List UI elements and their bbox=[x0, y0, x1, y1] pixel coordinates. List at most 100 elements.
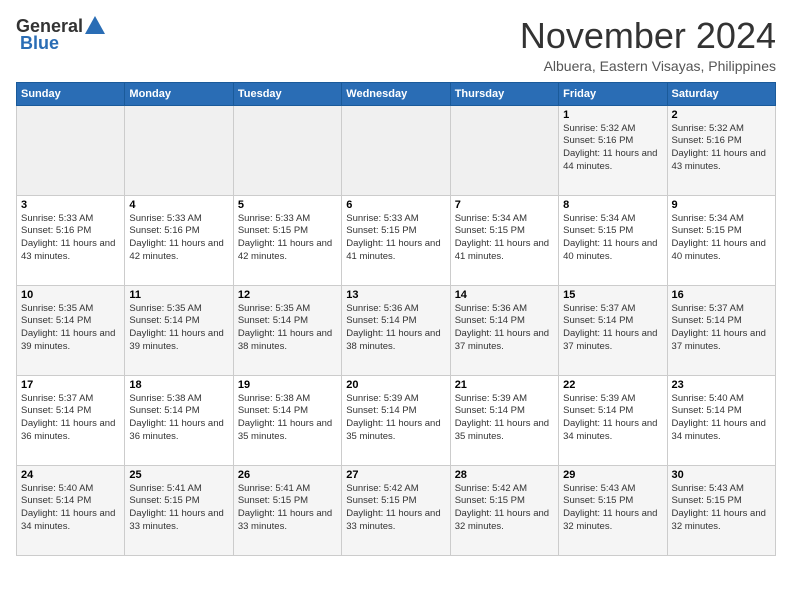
calendar-week-row: 3 Sunrise: 5:33 AM Sunset: 5:16 PM Daylig… bbox=[17, 195, 776, 285]
day-number: 1 bbox=[563, 109, 662, 121]
calendar-cell: 6Sunrise: 5:33 AM Sunset: 5:15 PM Daylig… bbox=[342, 195, 450, 285]
day-number: 5 bbox=[238, 199, 337, 211]
day-number: 26 bbox=[238, 469, 337, 481]
day-number: 25 bbox=[129, 469, 228, 481]
day-info: Sunrise: 5:37 AM Sunset: 5:14 PM Dayligh… bbox=[21, 393, 120, 444]
day-info: Sunrise: 5:38 AM Sunset: 5:14 PM Dayligh… bbox=[129, 393, 228, 444]
calendar-cell: 29 Sunrise: 5:43 AM Sunset: 5:15 PM Dayli… bbox=[559, 465, 667, 555]
day-info: Sunrise: 5:33 AM Sunset: 5:16 PM Dayligh… bbox=[129, 213, 228, 264]
day-info: Sunrise: 5:35 AM Sunset: 5:14 PM Dayligh… bbox=[238, 303, 337, 354]
calendar-cell: 21Sunrise: 5:39 AM Sunset: 5:14 PM Dayli… bbox=[450, 375, 558, 465]
day-info: Sunrise: 5:34 AM Sunset: 5:15 PM Dayligh… bbox=[455, 213, 554, 264]
calendar-cell: 12 Sunrise: 5:35 AM Sunset: 5:14 PM Dayli… bbox=[233, 285, 341, 375]
day-info: Sunrise: 5:43 AM Sunset: 5:15 PM Dayligh… bbox=[563, 483, 662, 534]
day-info: Sunrise: 5:42 AM Sunset: 5:15 PM Dayligh… bbox=[455, 483, 554, 534]
calendar-week-row: 17 Sunrise: 5:37 AM Sunset: 5:14 PM Dayli… bbox=[17, 375, 776, 465]
calendar-cell: 11 Sunrise: 5:35 AM Sunset: 5:14 PM Dayli… bbox=[125, 285, 233, 375]
column-header-sunday: Sunday bbox=[17, 82, 125, 105]
day-info: Sunrise: 5:32 AM Sunset: 5:16 PM Dayligh… bbox=[563, 123, 662, 174]
calendar-cell: 19 Sunrise: 5:38 AM Sunset: 5:14 PM Dayli… bbox=[233, 375, 341, 465]
month-title: November 2024 bbox=[520, 16, 776, 56]
day-info: Sunrise: 5:34 AM Sunset: 5:15 PM Dayligh… bbox=[672, 213, 771, 264]
calendar-week-row: 1 Sunrise: 5:32 AM Sunset: 5:16 PM Daylig… bbox=[17, 105, 776, 195]
calendar-header-row: SundayMondayTuesdayWednesdayThursdayFrid… bbox=[17, 82, 776, 105]
day-number: 14 bbox=[455, 289, 554, 301]
logo-triangle-icon bbox=[85, 16, 105, 34]
page-header: General Blue November 2024 Albuera, East… bbox=[16, 16, 776, 74]
day-number: 17 bbox=[21, 379, 120, 391]
calendar-cell bbox=[233, 105, 341, 195]
day-info: Sunrise: 5:41 AM Sunset: 5:15 PM Dayligh… bbox=[129, 483, 228, 534]
day-number: 12 bbox=[238, 289, 337, 301]
day-info: Sunrise: 5:38 AM Sunset: 5:14 PM Dayligh… bbox=[238, 393, 337, 444]
column-header-monday: Monday bbox=[125, 82, 233, 105]
calendar-cell: 14 Sunrise: 5:36 AM Sunset: 5:14 PM Dayli… bbox=[450, 285, 558, 375]
day-info: Sunrise: 5:34 AM Sunset: 5:15 PM Dayligh… bbox=[563, 213, 662, 264]
day-number: 19 bbox=[238, 379, 337, 391]
calendar-cell: 3 Sunrise: 5:33 AM Sunset: 5:16 PM Daylig… bbox=[17, 195, 125, 285]
column-header-tuesday: Tuesday bbox=[233, 82, 341, 105]
day-number: 27 bbox=[346, 469, 445, 481]
column-header-thursday: Thursday bbox=[450, 82, 558, 105]
day-info: Sunrise: 5:35 AM Sunset: 5:14 PM Dayligh… bbox=[129, 303, 228, 354]
calendar-cell bbox=[125, 105, 233, 195]
logo-blue: Blue bbox=[20, 33, 59, 54]
calendar-cell: 5 Sunrise: 5:33 AM Sunset: 5:15 PM Daylig… bbox=[233, 195, 341, 285]
day-info: Sunrise: 5:39 AM Sunset: 5:14 PM Dayligh… bbox=[563, 393, 662, 444]
calendar-cell: 10 Sunrise: 5:35 AM Sunset: 5:14 PM Dayli… bbox=[17, 285, 125, 375]
column-header-wednesday: Wednesday bbox=[342, 82, 450, 105]
day-info: Sunrise: 5:33 AM Sunset: 5:15 PM Dayligh… bbox=[346, 213, 445, 264]
calendar-cell: 30 Sunrise: 5:43 AM Sunset: 5:15 PM Dayli… bbox=[667, 465, 775, 555]
calendar-cell bbox=[450, 105, 558, 195]
location: Albuera, Eastern Visayas, Philippines bbox=[520, 58, 776, 74]
calendar-cell: 28 Sunrise: 5:42 AM Sunset: 5:15 PM Dayli… bbox=[450, 465, 558, 555]
day-number: 30 bbox=[672, 469, 771, 481]
day-info: Sunrise: 5:39 AM Sunset: 5:14 PM Dayligh… bbox=[455, 393, 554, 444]
calendar-cell: 1 Sunrise: 5:32 AM Sunset: 5:16 PM Daylig… bbox=[559, 105, 667, 195]
day-number: 16 bbox=[672, 289, 771, 301]
day-info: Sunrise: 5:32 AM Sunset: 5:16 PM Dayligh… bbox=[672, 123, 771, 174]
day-number: 10 bbox=[21, 289, 120, 301]
day-number: 7 bbox=[455, 199, 554, 211]
calendar-cell: 20Sunrise: 5:39 AM Sunset: 5:14 PM Dayli… bbox=[342, 375, 450, 465]
calendar-cell: 27 Sunrise: 5:42 AM Sunset: 5:15 PM Dayli… bbox=[342, 465, 450, 555]
day-number: 11 bbox=[129, 289, 228, 301]
calendar-cell: 4Sunrise: 5:33 AM Sunset: 5:16 PM Daylig… bbox=[125, 195, 233, 285]
calendar-cell: 7 Sunrise: 5:34 AM Sunset: 5:15 PM Daylig… bbox=[450, 195, 558, 285]
calendar-week-row: 10 Sunrise: 5:35 AM Sunset: 5:14 PM Dayli… bbox=[17, 285, 776, 375]
day-info: Sunrise: 5:41 AM Sunset: 5:15 PM Dayligh… bbox=[238, 483, 337, 534]
day-info: Sunrise: 5:37 AM Sunset: 5:14 PM Dayligh… bbox=[672, 303, 771, 354]
calendar-cell: 9 Sunrise: 5:34 AM Sunset: 5:15 PM Daylig… bbox=[667, 195, 775, 285]
day-number: 24 bbox=[21, 469, 120, 481]
day-number: 28 bbox=[455, 469, 554, 481]
calendar-cell: 26 Sunrise: 5:41 AM Sunset: 5:15 PM Dayli… bbox=[233, 465, 341, 555]
day-number: 3 bbox=[21, 199, 120, 211]
calendar-cell: 22Sunrise: 5:39 AM Sunset: 5:14 PM Dayli… bbox=[559, 375, 667, 465]
day-number: 18 bbox=[129, 379, 228, 391]
calendar-cell bbox=[342, 105, 450, 195]
calendar-cell: 15Sunrise: 5:37 AM Sunset: 5:14 PM Dayli… bbox=[559, 285, 667, 375]
day-info: Sunrise: 5:40 AM Sunset: 5:14 PM Dayligh… bbox=[672, 393, 771, 444]
day-info: Sunrise: 5:36 AM Sunset: 5:14 PM Dayligh… bbox=[346, 303, 445, 354]
calendar-cell bbox=[17, 105, 125, 195]
calendar-cell: 2Sunrise: 5:32 AM Sunset: 5:16 PM Daylig… bbox=[667, 105, 775, 195]
day-number: 9 bbox=[672, 199, 771, 211]
day-info: Sunrise: 5:43 AM Sunset: 5:15 PM Dayligh… bbox=[672, 483, 771, 534]
column-header-friday: Friday bbox=[559, 82, 667, 105]
calendar-table: SundayMondayTuesdayWednesdayThursdayFrid… bbox=[16, 82, 776, 556]
calendar-cell: 16 Sunrise: 5:37 AM Sunset: 5:14 PM Dayli… bbox=[667, 285, 775, 375]
column-header-saturday: Saturday bbox=[667, 82, 775, 105]
day-info: Sunrise: 5:33 AM Sunset: 5:16 PM Dayligh… bbox=[21, 213, 120, 264]
day-info: Sunrise: 5:36 AM Sunset: 5:14 PM Dayligh… bbox=[455, 303, 554, 354]
day-number: 29 bbox=[563, 469, 662, 481]
day-info: Sunrise: 5:35 AM Sunset: 5:14 PM Dayligh… bbox=[21, 303, 120, 354]
calendar-cell: 25 Sunrise: 5:41 AM Sunset: 5:15 PM Dayli… bbox=[125, 465, 233, 555]
calendar-cell: 23Sunrise: 5:40 AM Sunset: 5:14 PM Dayli… bbox=[667, 375, 775, 465]
day-info: Sunrise: 5:37 AM Sunset: 5:14 PM Dayligh… bbox=[563, 303, 662, 354]
day-info: Sunrise: 5:33 AM Sunset: 5:15 PM Dayligh… bbox=[238, 213, 337, 264]
calendar-cell: 13 Sunrise: 5:36 AM Sunset: 5:14 PM Dayli… bbox=[342, 285, 450, 375]
day-info: Sunrise: 5:42 AM Sunset: 5:15 PM Dayligh… bbox=[346, 483, 445, 534]
day-number: 13 bbox=[346, 289, 445, 301]
title-block: November 2024 Albuera, Eastern Visayas, … bbox=[520, 16, 776, 74]
calendar-cell: 17 Sunrise: 5:37 AM Sunset: 5:14 PM Dayli… bbox=[17, 375, 125, 465]
